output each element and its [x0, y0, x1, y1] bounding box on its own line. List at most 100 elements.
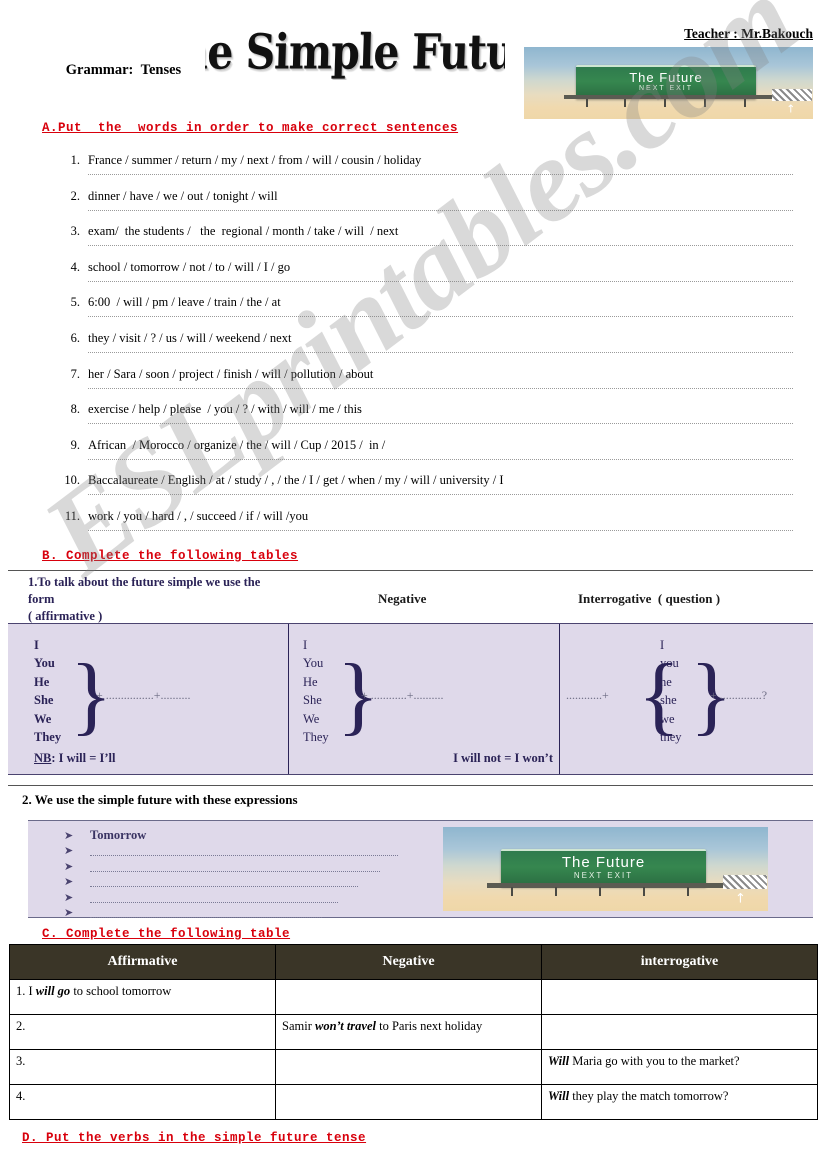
pronoun: They [34, 730, 62, 745]
expression-row: ➤ [28, 861, 813, 877]
item-text: dinner / have / we / out / tonight / wil… [88, 188, 278, 203]
list-item: 10. Baccalaureate / English / at / study… [0, 470, 821, 506]
section-a-heading: A.Put the words in order to make correct… [42, 121, 459, 135]
answer-line[interactable] [88, 316, 793, 318]
item-number: 6. [70, 330, 80, 345]
cell-prefix: Samir [282, 1018, 315, 1033]
item-text: 6:00 / will / pm / leave / train / the /… [88, 295, 281, 310]
cell-interrogative[interactable]: Will they play the match tomorrow? [541, 1083, 818, 1120]
pronoun: she [660, 693, 677, 708]
pronoun: He [303, 674, 318, 689]
answer-line[interactable] [88, 351, 793, 353]
cell-interrogative[interactable]: Will Maria go with you to the market? [541, 1048, 818, 1085]
expression-row: ➤ [28, 892, 813, 908]
answer-line[interactable] [88, 458, 793, 460]
section-a-list: 1. France / summer / return / my / next … [0, 150, 821, 542]
future-road-sign-image-top: The Future NEXT EXIT ↗ [524, 47, 813, 119]
cell-negative[interactable] [275, 1048, 542, 1085]
grammar-topic: Tenses [140, 62, 182, 78]
answer-line[interactable] [88, 529, 793, 531]
expression-line[interactable] [90, 855, 398, 857]
answer-line[interactable] [88, 174, 793, 175]
interrogative-blank-after[interactable]: + ..............? [710, 688, 767, 703]
table-row: 2. Samir won’t travel to Paris next holi… [9, 1013, 818, 1050]
expressions-top-rule [8, 784, 813, 786]
expressions-box: The Future NEXT EXIT ↗ ➤ Tomorrow ➤ ➤ ➤ … [28, 819, 813, 919]
affirmative-cell: I You He She We They } + ...............… [8, 623, 289, 774]
section-a-heading-wrap: A.Put the words in order to make correct… [42, 118, 821, 136]
cell-verb: Will [548, 1088, 570, 1103]
cell-negative[interactable] [275, 1083, 542, 1120]
cell-affirmative[interactable]: 3. [9, 1048, 276, 1085]
expression-value[interactable]: Tomorrow [90, 828, 146, 843]
arrow-bullet-icon: ➤ [64, 891, 74, 904]
answer-line[interactable] [88, 494, 793, 496]
cell-verb: Will [548, 1053, 570, 1068]
answer-line[interactable] [88, 423, 793, 425]
road-sign-leg [586, 99, 588, 107]
forms-table: 1.To talk about the future simple we use… [0, 569, 821, 775]
pronoun: She [303, 693, 322, 708]
section-c-heading: C. Complete the following table [42, 926, 291, 941]
arrow-bullet-icon: ➤ [64, 907, 74, 920]
expression-line[interactable] [90, 886, 358, 888]
table-row: 4. Will they play the match tomorrow? [9, 1083, 818, 1120]
item-text: school / tomorrow / not / to / will / I … [88, 259, 291, 274]
list-item: 2. dinner / have / we / out / tonight / … [0, 186, 821, 222]
road-sign-arrow-icon: ↗ [783, 101, 799, 117]
cell-affirmative[interactable]: 2. [9, 1013, 276, 1050]
item-number: 10. [64, 473, 80, 488]
expression-line[interactable] [90, 901, 338, 903]
pronoun: She [34, 693, 54, 708]
item-text: African / Morocco / organize / the / wil… [88, 437, 386, 452]
item-number: 9. [70, 437, 80, 452]
pronoun: I [303, 637, 308, 652]
item-text: exam/ the students / the regional / mont… [88, 224, 399, 239]
road-sign-leg [744, 99, 746, 107]
table-row: 3. Will Maria go with you to the market? [9, 1048, 818, 1085]
page-header: Grammar: Tenses The Simple Future Teache… [0, 0, 821, 119]
item-number: 2. [70, 188, 80, 203]
column-header-interrogative: interrogative [541, 943, 818, 980]
answer-line[interactable] [88, 387, 793, 389]
list-item: 1. France / summer / return / my / next … [0, 150, 821, 186]
interrogative-blank-before[interactable]: ............+ [566, 688, 609, 703]
section-b-heading-wrap: B. Complete the following tables [42, 546, 821, 564]
section-c-heading-wrap: C. Complete the following table [42, 924, 821, 942]
cell-affirmative[interactable]: 4. [9, 1083, 276, 1120]
arrow-bullet-icon: ➤ [64, 860, 74, 873]
pronoun: they [660, 730, 682, 745]
cell-interrogative[interactable] [541, 978, 818, 1015]
answer-line[interactable] [88, 245, 793, 247]
road-sign-leg [624, 99, 626, 107]
expressions-list: ➤ Tomorrow ➤ ➤ ➤ ➤ ➤ [28, 821, 813, 923]
worksheet-page: ESLprintables.com Grammar: Tenses The Si… [0, 0, 821, 1169]
expression-line[interactable] [90, 870, 380, 872]
answer-line[interactable] [88, 280, 793, 282]
cell-prefix: 2. [16, 1018, 26, 1033]
table-header-row: Affirmative Negative interrogative [9, 943, 818, 980]
item-text: France / summer / return / my / next / f… [88, 153, 422, 167]
cell-affirmative[interactable]: 1. I will go to school tomorrow [9, 978, 276, 1015]
negative-blank[interactable]: + ............+.......... [361, 688, 444, 703]
cell-prefix: 4. [16, 1088, 26, 1103]
answer-line[interactable] [88, 209, 793, 211]
cell-rest: they play the match tomorrow? [569, 1088, 729, 1103]
expression-row: ➤ Tomorrow [28, 828, 813, 846]
expression-line[interactable] [90, 917, 322, 919]
affirmative-blank[interactable]: + ................+.......... [96, 688, 191, 703]
negative-pronoun-list: I You He She We They [303, 636, 329, 747]
cell-negative[interactable]: Samir won’t travel to Paris next holiday [275, 1013, 542, 1050]
negative-note: I will not = I won’t [453, 750, 553, 765]
grammar-label: Grammar: Tenses [44, 45, 181, 96]
forms-table-body: I You He She We They } + ...............… [8, 622, 813, 775]
cell-interrogative[interactable] [541, 1013, 818, 1050]
practice-table: Affirmative Negative interrogative 1. I … [9, 943, 818, 1120]
pronoun: we [660, 711, 675, 726]
expression-row: ➤ [28, 845, 813, 861]
forms-table-col1-header: 1.To talk about the future simple we use… [28, 574, 358, 625]
cell-negative[interactable] [275, 978, 542, 1015]
column-header-affirmative: Affirmative [9, 943, 276, 980]
negative-cell: I You He She We They } + ............+..… [289, 623, 560, 774]
road-sign-board: The Future NEXT EXIT [576, 65, 756, 99]
